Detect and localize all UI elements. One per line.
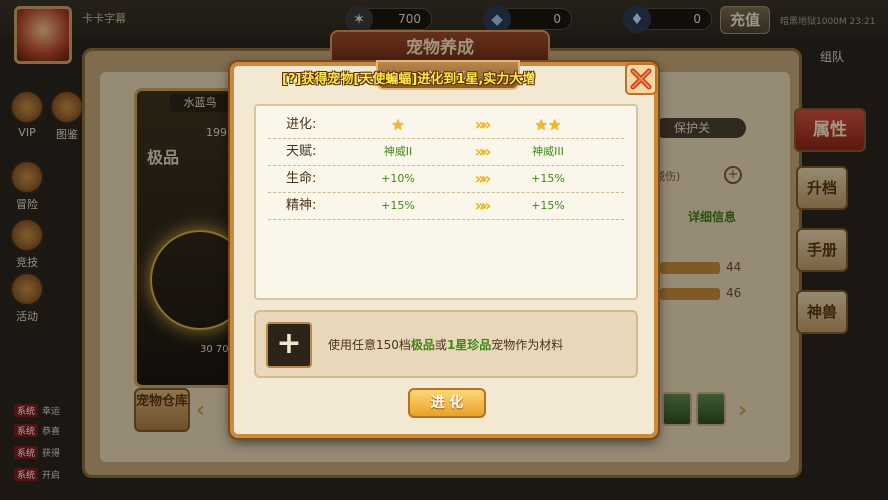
evolve-dialog: 宠物进化 [?]获得宠物[天使蝙蝠]进化到1星,实力大增 进化: ★ »» ★★… — [230, 60, 658, 438]
star-icon: ★ — [548, 116, 562, 134]
evolve-button[interactable]: 进 化 — [408, 388, 486, 418]
row-label: 精神: — [286, 198, 317, 213]
material-text: 使用任意150档 — [328, 338, 411, 352]
next-value: 神威III — [532, 145, 564, 158]
next-value: +15% — [531, 199, 565, 212]
next-value: +15% — [531, 172, 565, 185]
table-row: 生命: +10% »» +15% — [268, 166, 624, 193]
row-label: 天赋: — [286, 144, 317, 159]
material-highlight: 1星珍品 — [446, 338, 492, 352]
material-text: 宠物作为材料 — [491, 338, 564, 352]
add-material-button[interactable]: + — [266, 322, 312, 368]
star-icon: ★ — [534, 116, 548, 134]
evolve-compare-table: 进化: ★ »» ★★ 天赋: 神威II »» 神威III 生命: +10% »… — [254, 104, 638, 300]
material-requirement: 使用任意150档极品或1星珍品宠物作为材料 — [328, 336, 563, 353]
table-row: 精神: +15% »» +15% — [268, 193, 624, 220]
material-highlight: 极品 — [410, 338, 435, 352]
double-arrow-icon: »» — [474, 142, 492, 161]
material-slot-panel: + 使用任意150档极品或1星珍品宠物作为材料 — [254, 310, 638, 378]
system-announcement: [?]获得宠物[天使蝙蝠]进化到1星,实力大增 — [282, 72, 536, 87]
row-label: 进化: — [286, 117, 317, 132]
material-text: 或 — [434, 338, 447, 352]
double-arrow-icon: »» — [474, 196, 492, 215]
current-value: +15% — [381, 199, 415, 212]
current-stars: ★ — [358, 112, 438, 140]
current-value: +10% — [381, 172, 415, 185]
double-arrow-icon: »» — [474, 169, 492, 188]
current-value: 神威II — [383, 145, 413, 158]
next-stars: ★★ — [508, 112, 588, 140]
table-row: 进化: ★ »» ★★ — [268, 112, 624, 139]
table-row: 天赋: 神威II »» 神威III — [268, 139, 624, 166]
close-icon[interactable] — [624, 62, 658, 96]
row-label: 生命: — [286, 171, 317, 186]
double-arrow-icon: »» — [474, 115, 492, 134]
star-icon: ★ — [391, 116, 405, 134]
